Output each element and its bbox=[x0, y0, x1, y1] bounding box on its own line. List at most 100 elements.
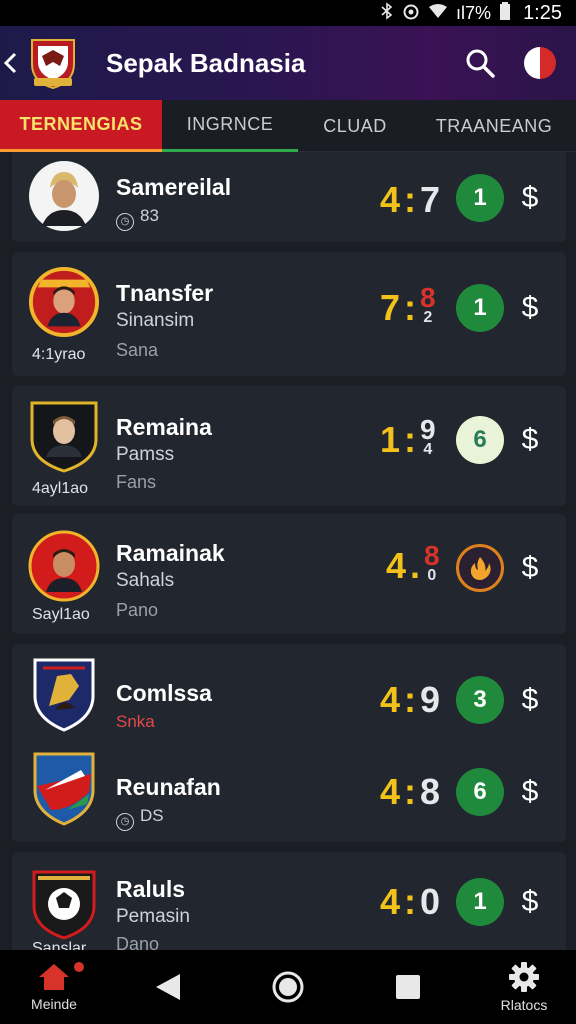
dollar-icon[interactable]: $ bbox=[518, 772, 542, 812]
signal-text: ıl7% bbox=[456, 2, 492, 23]
score: 4:9 bbox=[380, 679, 452, 720]
nav-settings[interactable]: Rlatocs bbox=[484, 950, 564, 1024]
item-name: Remaina bbox=[116, 414, 212, 440]
clock-icon: ◷ bbox=[116, 813, 134, 831]
away-score-top: 9 bbox=[420, 414, 436, 445]
dollar-icon[interactable]: $ bbox=[518, 420, 542, 460]
status-badge: 3 bbox=[456, 676, 504, 724]
app-bar: Sepak Badnasia bbox=[0, 26, 576, 100]
player-avatar bbox=[28, 160, 100, 232]
list-item[interactable]: 4ayl1ao Remaina Pamss Fans 1:94 6 $ bbox=[12, 396, 566, 497]
away-score-sub: 2 bbox=[423, 309, 433, 326]
score-separator: . bbox=[410, 545, 421, 586]
away-score: 80 bbox=[424, 540, 440, 586]
list-item[interactable]: 4:1yrao Tnansfer Sinansim Sana 7:82 1 $ bbox=[12, 262, 566, 363]
club-crest bbox=[28, 752, 100, 826]
score-separator: : bbox=[404, 679, 417, 720]
item-detail: Fans bbox=[116, 472, 157, 492]
score: 4:0 bbox=[380, 881, 452, 922]
home-score: 4 bbox=[380, 881, 401, 922]
away-score: 82 bbox=[420, 282, 436, 328]
chevron-left-icon[interactable] bbox=[0, 26, 20, 100]
home-score: 4 bbox=[380, 679, 401, 720]
dollar-icon[interactable]: $ bbox=[518, 882, 542, 922]
home-score: 4 bbox=[386, 545, 407, 586]
list-item[interactable]: Reunafan ◷ DS 4:8 6 $ bbox=[12, 748, 566, 848]
item-name: Samereilal bbox=[116, 174, 232, 200]
profile-icon[interactable] bbox=[524, 47, 556, 79]
crest-caption: 4ayl1ao bbox=[32, 480, 89, 497]
score-separator: : bbox=[404, 771, 417, 812]
flame-badge bbox=[456, 544, 504, 592]
score: 4.80 bbox=[386, 540, 458, 587]
club-crest bbox=[28, 658, 100, 732]
app-logo bbox=[24, 34, 82, 92]
item-name: Raluls bbox=[116, 876, 186, 902]
score-separator: : bbox=[404, 419, 417, 460]
list-item[interactable]: Samereilal ◷ 83 4:7 1 $ bbox=[12, 152, 566, 252]
bottom-nav: Meinde Rlatocs bbox=[0, 950, 576, 1024]
tab-cluad[interactable]: CLUAD bbox=[298, 100, 412, 152]
status-bar: ıl7% 1:25 bbox=[0, 0, 576, 26]
list-item[interactable]: Sanslar Raluls Pemasin Dano 4:0 1 $ bbox=[12, 862, 566, 950]
list-item[interactable]: Sayl1ao Ramainak Sahals Pano 4.80 $ bbox=[12, 524, 566, 624]
tab-ternengias[interactable]: TERNENGIAS bbox=[0, 100, 162, 152]
club-crest bbox=[28, 868, 100, 940]
search-icon[interactable] bbox=[458, 41, 502, 85]
tab-ingrnce[interactable]: INGRNCE bbox=[162, 100, 298, 152]
away-score-sub: 0 bbox=[427, 567, 437, 584]
home-circle-icon[interactable] bbox=[266, 950, 310, 1024]
away-score-top: 8 bbox=[424, 540, 440, 571]
notification-dot bbox=[74, 962, 84, 972]
home-icon bbox=[39, 964, 69, 990]
item-subtitle: Pamss bbox=[116, 444, 175, 465]
away-score: 7 bbox=[420, 179, 441, 220]
status-badge: 1 bbox=[456, 174, 504, 222]
wifi-icon bbox=[428, 3, 448, 24]
back-triangle-icon[interactable] bbox=[146, 950, 190, 1024]
nav-home[interactable]: Meinde bbox=[14, 950, 94, 1024]
clock-icon: ◷ bbox=[116, 213, 134, 231]
dollar-icon[interactable]: $ bbox=[518, 680, 542, 720]
home-score: 4 bbox=[380, 771, 401, 812]
away-score-top: 8 bbox=[420, 282, 436, 313]
item-name: Ramainak bbox=[116, 540, 225, 566]
bluetooth-icon bbox=[380, 1, 394, 25]
item-meta: ◷ 83 bbox=[116, 206, 159, 231]
alarm-icon bbox=[402, 2, 420, 25]
gear-icon bbox=[509, 962, 539, 992]
away-score: 9 bbox=[420, 679, 441, 720]
score: 4:7 bbox=[380, 179, 452, 220]
crest-caption: 4:1yrao bbox=[32, 346, 86, 363]
dollar-icon[interactable]: $ bbox=[518, 178, 542, 218]
item-meta: ◷ DS bbox=[116, 806, 164, 831]
item-name: Reunafan bbox=[116, 774, 221, 800]
tab-traaneang[interactable]: TRAANEANG bbox=[412, 100, 576, 152]
status-badge: 1 bbox=[456, 284, 504, 332]
app-title: Sepak Badnasia bbox=[106, 47, 306, 78]
home-score: 4 bbox=[380, 179, 401, 220]
item-subtitle: Sinansim bbox=[116, 310, 195, 331]
list-item[interactable]: Comlssa Snka 4:9 3 $ bbox=[12, 654, 566, 754]
clock: 1:25 bbox=[523, 1, 562, 24]
nav-home-label: Meinde bbox=[31, 996, 77, 1012]
home-score: 1 bbox=[380, 419, 401, 460]
score: 7:82 bbox=[380, 282, 452, 329]
crest-caption: Sayl1ao bbox=[32, 606, 90, 623]
dollar-icon[interactable]: $ bbox=[518, 288, 542, 328]
score: 1:94 bbox=[380, 414, 452, 461]
item-detail: Sana bbox=[116, 340, 159, 360]
nav-settings-label: Rlatocs bbox=[500, 997, 548, 1013]
away-score: 0 bbox=[420, 881, 441, 922]
item-name: Tnansfer bbox=[116, 280, 214, 306]
dollar-icon[interactable]: $ bbox=[518, 548, 542, 588]
crest-caption: Sanslar bbox=[32, 940, 87, 950]
item-detail: Dano bbox=[116, 934, 160, 950]
home-score: 7 bbox=[380, 287, 401, 328]
score: 4:8 bbox=[380, 771, 452, 812]
score-separator: : bbox=[404, 881, 417, 922]
item-detail: Pano bbox=[116, 600, 159, 620]
score-separator: : bbox=[404, 179, 417, 220]
item-subtitle: Snka bbox=[116, 712, 155, 731]
recents-square-icon[interactable] bbox=[386, 950, 430, 1024]
